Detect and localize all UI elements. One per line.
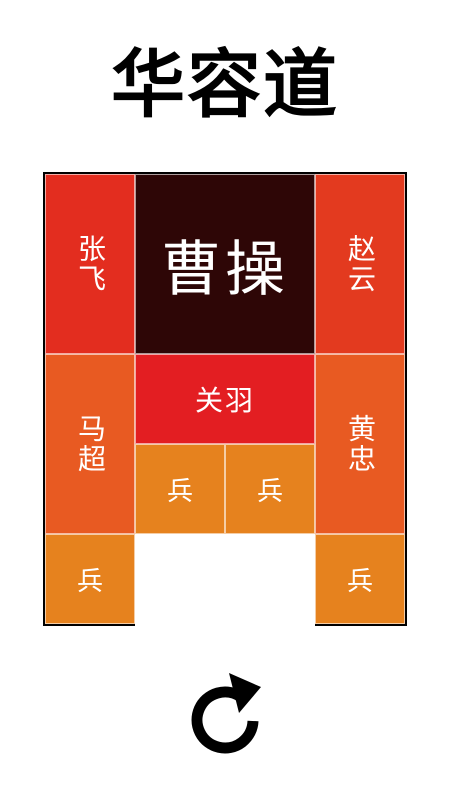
piece-soldier[interactable]: 兵	[135, 444, 225, 534]
piece-label-soldier: 兵	[346, 566, 373, 597]
piece-ma-chao[interactable]: 马超	[45, 354, 135, 534]
piece-label-soldier: 兵	[166, 476, 193, 507]
piece-label-ma-chao: 马超	[74, 414, 107, 474]
piece-label-cao-cao: 曹操	[161, 234, 289, 305]
board-bottom-border-left	[43, 624, 135, 626]
piece-label-guan-yu: 关羽	[194, 384, 255, 417]
board-bottom-border-right	[315, 624, 407, 626]
piece-zhao-yun[interactable]: 赵云	[315, 174, 405, 354]
piece-soldier[interactable]: 兵	[315, 534, 405, 624]
piece-soldier[interactable]: 兵	[225, 444, 315, 534]
piece-label-zhao-yun: 赵云	[344, 234, 377, 294]
piece-soldier[interactable]: 兵	[45, 534, 135, 624]
piece-huang-zhong[interactable]: 黄忠	[315, 354, 405, 534]
reset-button[interactable]	[183, 665, 267, 757]
game-board: 张飞 曹操 赵云 马超 关羽 黄忠 兵 兵 兵 兵	[43, 172, 407, 626]
piece-guan-yu[interactable]: 关羽	[135, 354, 315, 444]
piece-zhang-fei[interactable]: 张飞	[45, 174, 135, 354]
refresh-icon	[191, 673, 261, 754]
piece-label-huang-zhong: 黄忠	[344, 414, 377, 474]
piece-label-soldier: 兵	[256, 476, 283, 507]
game-title: 华容道	[111, 42, 339, 128]
piece-label-zhang-fei: 张飞	[74, 234, 107, 294]
board-exit	[135, 624, 315, 626]
piece-label-soldier: 兵	[76, 566, 103, 597]
piece-cao-cao[interactable]: 曹操	[135, 174, 315, 354]
